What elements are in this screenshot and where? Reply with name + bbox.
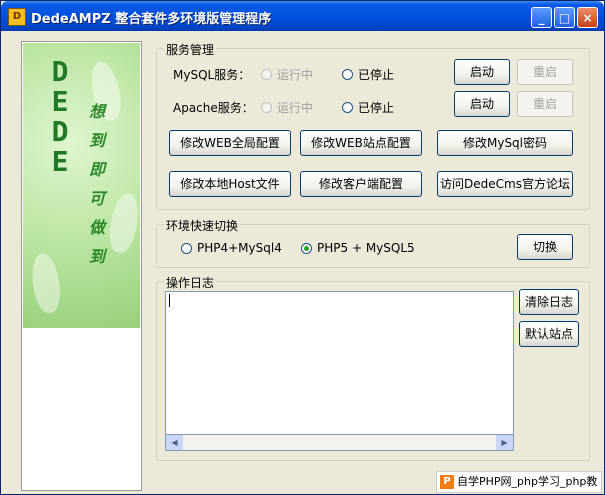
maximize-button[interactable]: □	[554, 7, 575, 28]
apache-stopped-label: 已停止	[358, 101, 395, 115]
scroll-left-icon[interactable]: ◀	[166, 435, 183, 450]
footprint-decoration	[28, 251, 64, 315]
visit-dedecms-forum-button[interactable]: 访问DedeCms官方论坛	[437, 171, 573, 197]
mysql-service-label: MySQL服务：	[173, 68, 251, 82]
radio-dot	[301, 242, 312, 254]
edit-mysql-password-button[interactable]: 修改MySql密码	[437, 130, 573, 156]
radio-dot	[342, 69, 353, 80]
title-bar[interactable]: D DedeAMPZ 整合套件多环境版管理程序 _ □ ×	[1, 1, 604, 31]
edit-web-global-config-button[interactable]: 修改WEB全局配置	[169, 130, 291, 156]
slogan-char: 可	[89, 189, 106, 208]
brand-letter: D	[51, 55, 69, 88]
watermark-text: 自学PHP网_php学习_php教	[457, 475, 598, 488]
apache-service-label: Apache服务：	[173, 101, 254, 115]
text-caret	[169, 294, 170, 307]
env-switch-title: 环境快速切换	[164, 217, 241, 234]
footprint-decoration	[105, 191, 143, 255]
apache-restart-button[interactable]: 重启	[517, 91, 573, 117]
slogan-char: 即	[89, 160, 106, 179]
mysql-running-radio: 运行中	[261, 66, 313, 83]
brand-letter: D	[51, 115, 69, 148]
php4-mysql4-radio[interactable]: PHP4+MySql4	[181, 241, 282, 255]
php5-mysql5-radio[interactable]: PHP5 + MySQL5	[301, 241, 415, 255]
brand-letter: E	[51, 145, 69, 178]
slogan-char: 到	[89, 131, 106, 150]
default-site-button[interactable]: 默认站点	[519, 321, 579, 347]
php-logo-icon: P	[440, 475, 454, 489]
radio-dot	[261, 69, 272, 80]
edit-client-config-button[interactable]: 修改客户端配置	[300, 171, 422, 197]
window-title: DedeAMPZ 整合套件多环境版管理程序	[31, 12, 272, 27]
php5-mysql5-label: PHP5 + MySQL5	[317, 241, 415, 255]
slogan-char: 做	[89, 218, 106, 237]
brand-banner: D E D E 想 到 即 可 做 到	[23, 43, 143, 328]
sidebar-panel: D E D E 想 到 即 可 做 到	[21, 41, 143, 491]
radio-dot	[261, 102, 272, 113]
slogan-char: 想	[89, 102, 106, 121]
main-window: D DedeAMPZ 整合套件多环境版管理程序 _ □ × D E D E 想 …	[0, 0, 605, 495]
log-textarea[interactable]	[165, 291, 514, 451]
mysql-stopped-label: 已停止	[358, 68, 395, 82]
edit-host-file-button[interactable]: 修改本地Host文件	[169, 171, 291, 197]
log-horizontal-scrollbar[interactable]: ◀ ▶	[165, 434, 514, 451]
mysql-stopped-radio[interactable]: 已停止	[342, 66, 394, 83]
minimize-button[interactable]: _	[531, 7, 552, 28]
clear-log-button[interactable]: 清除日志	[519, 289, 579, 315]
apache-stopped-radio[interactable]: 已停止	[342, 99, 394, 116]
radio-dot	[342, 102, 353, 113]
mysql-running-label: 运行中	[277, 68, 314, 82]
mysql-start-button[interactable]: 启动	[454, 59, 510, 85]
php4-mysql4-label: PHP4+MySql4	[197, 241, 282, 255]
close-button[interactable]: ×	[577, 7, 598, 28]
mysql-restart-button[interactable]: 重启	[517, 59, 573, 85]
watermark-badge: P 自学PHP网_php学习_php教	[436, 471, 603, 493]
brand-letter: E	[51, 85, 69, 118]
apache-running-radio: 运行中	[261, 99, 313, 116]
log-group-title: 操作日志	[164, 274, 217, 291]
apache-running-label: 运行中	[277, 101, 314, 115]
edit-web-site-config-button[interactable]: 修改WEB站点配置	[300, 130, 422, 156]
radio-dot	[181, 242, 192, 254]
slogan-char: 到	[89, 247, 106, 266]
scroll-right-icon[interactable]: ▶	[496, 435, 513, 450]
service-group-title: 服务管理	[164, 41, 217, 58]
switch-env-button[interactable]: 切换	[517, 234, 573, 260]
app-icon: D	[8, 8, 26, 26]
apache-start-button[interactable]: 启动	[454, 91, 510, 117]
